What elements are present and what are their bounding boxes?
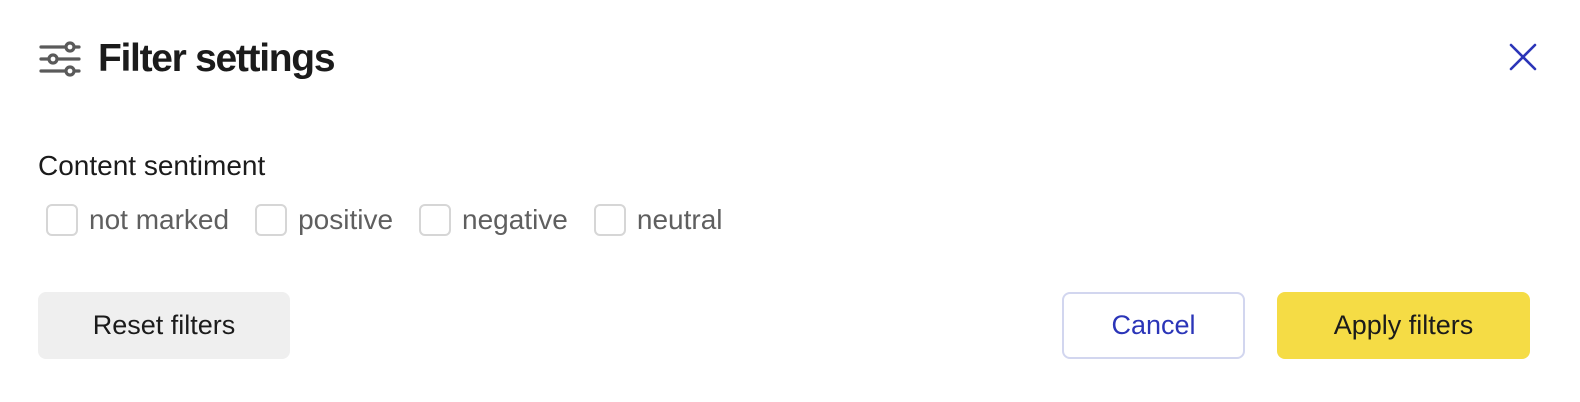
option-label: positive	[298, 204, 394, 235]
option-positive[interactable]: positive	[255, 204, 393, 236]
option-negative[interactable]: negative	[419, 204, 568, 236]
option-label: negative	[462, 204, 568, 235]
close-icon	[1506, 43, 1540, 78]
not-marked-checkbox[interactable]	[46, 204, 78, 236]
neutral-checkbox[interactable]	[593, 204, 626, 236]
option-not-marked[interactable]: not marked	[46, 204, 229, 236]
option-label: not marked	[89, 204, 230, 235]
option-neutral[interactable]: neutral	[593, 204, 723, 236]
reset-filters-button[interactable]: Reset filters	[38, 292, 290, 359]
sentiment-options: not marked positive negative neutral	[46, 202, 749, 238]
option-label: neutral	[636, 204, 723, 235]
content-sentiment-label: Content sentiment	[38, 150, 266, 181]
dialog-header: Filter settings	[38, 34, 336, 84]
positive-checkbox[interactable]	[255, 204, 288, 236]
close-button[interactable]	[1506, 40, 1540, 74]
cancel-button[interactable]: Cancel	[1062, 292, 1245, 359]
filter-settings-dialog: Filter settings Content sentiment not ma…	[0, 0, 1580, 402]
apply-filters-button[interactable]: Apply filters	[1277, 292, 1530, 359]
sliders-icon	[38, 39, 82, 79]
negative-checkbox[interactable]	[419, 204, 452, 236]
dialog-title: Filter settings	[98, 37, 336, 80]
